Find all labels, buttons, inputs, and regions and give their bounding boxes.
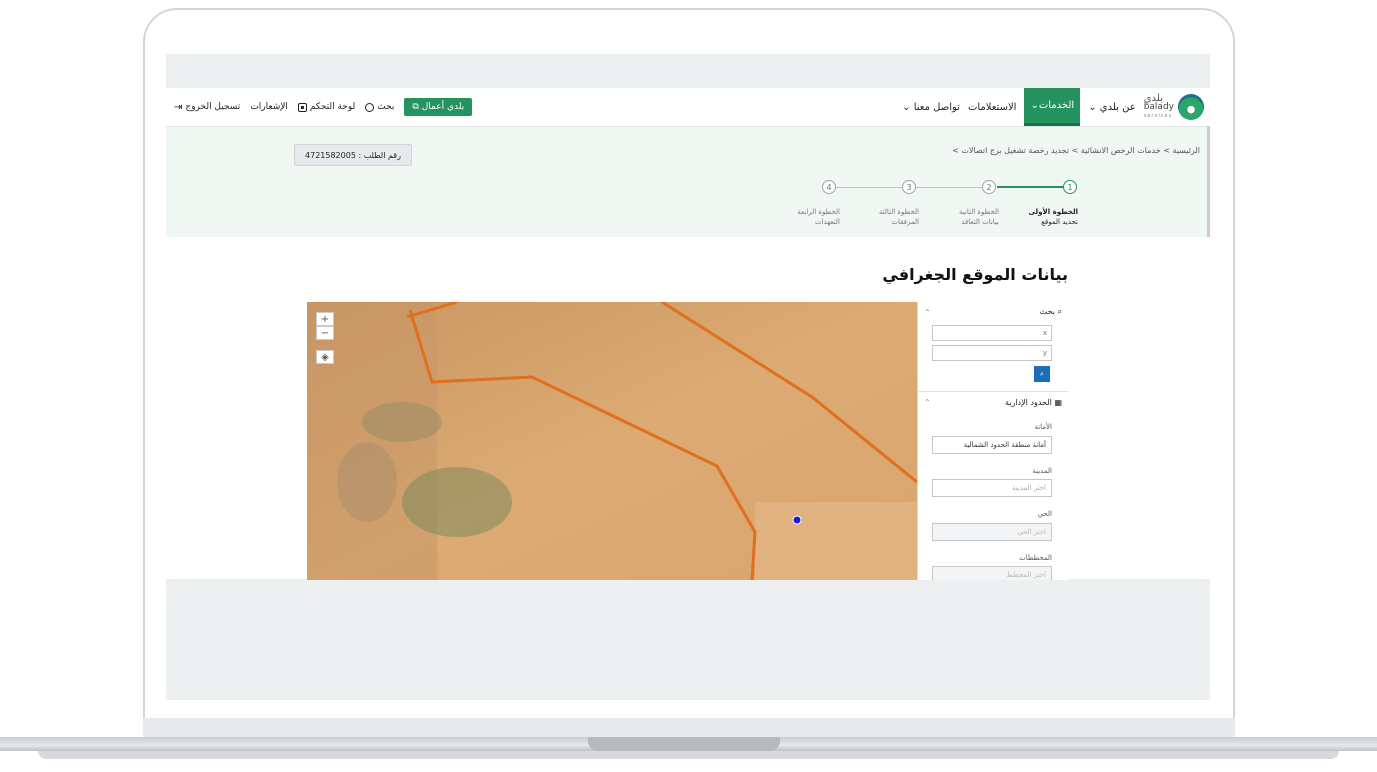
nav-about[interactable]: عن بلدي ⌄ [1088,102,1136,113]
stepper-line [836,187,902,188]
nav-right-group: بلدي balady services عن بلدي ⌄ الخدمات ⌄… [902,88,1204,126]
step-4-title: الخطوة الرابعة [797,208,840,216]
map-side-panel: ⌕ بحث ⌃ x y ⌕ ▦ الحدود الإدارية ⌃ الأمان… [917,302,1068,580]
chevron-down-icon: ⌄ [1088,101,1097,113]
balady-logo-icon [1178,94,1204,120]
layers-button[interactable]: ◈ [316,350,334,364]
top-navbar: بلدي balady services عن بلدي ⌄ الخدمات ⌄… [166,88,1210,127]
search-icon [365,102,375,112]
breadcrumb-separator: > [1163,146,1170,155]
panel-divider [918,391,1068,392]
search-link[interactable]: بحث [365,102,394,112]
order-number-badge: رقم الطلب : 4721582005 [294,144,412,166]
coordinate-search-button[interactable]: ⌕ [1034,366,1050,382]
nav-services[interactable]: الخدمات ⌄ [1024,88,1081,126]
admin-section-label: الحدود الإدارية [1004,397,1052,407]
step-1-title: الخطوة الأولى [1028,208,1078,216]
logout-label: تسجيل الخروج [185,102,241,112]
chevron-down-icon: ⌄ [902,101,911,113]
map-canvas [307,302,917,580]
search-section-label: بحث [1039,307,1055,316]
nav-services-label: الخدمات [1038,100,1075,111]
laptop-base-bottom [38,751,1339,759]
satellite-map[interactable]: + − ◈ [307,302,917,580]
logo-english: balady [1143,101,1174,112]
breadcrumb-home[interactable]: الرئيسية [1172,146,1200,155]
step-2-label: الخطوة الثانية بيانات التعاقد [939,207,999,227]
laptop-notch [588,737,780,751]
logo-text: بلدي balady services [1143,93,1174,121]
search-icon: ⌕ [1040,369,1044,378]
step-3-label: الخطوة الثالثة المرفقات [859,207,919,227]
logo-subtitle: services [1143,112,1173,119]
map-vegetation [337,442,397,522]
amana-label: الأمانة [1034,423,1052,431]
stepper-line-done [997,186,1066,188]
browser-top-strip [166,54,1210,88]
balady-logo[interactable]: بلدي balady services [1143,93,1204,121]
plans-label: المخططات [1019,554,1052,562]
map-terrain-dark [307,302,437,580]
step-3-circle: 3 [902,180,916,194]
x-coordinate-input[interactable]: x [932,325,1052,341]
nav-about-label: عن بلدي [1099,101,1136,113]
breadcrumb: الرئيسية > خدمات الرخص الانشائية > تجديد… [952,146,1200,155]
logout-icon: ⇥ [174,101,183,113]
step-1-label: الخطوة الأولى تحديد الموقع [1018,207,1078,227]
district-select[interactable]: اختر الحي [932,523,1052,541]
step-4-subtitle: التعهدات [814,218,840,226]
nav-left-group: ⇥ تسجيل الخروج الإشعارات ▪ لوحة التحكم بحث… [174,88,473,126]
zoom-in-button[interactable]: + [316,312,334,326]
admin-section-title: ▦ الحدود الإدارية [1005,398,1062,407]
city-label: المدينة [1032,467,1052,475]
district-label: الحي [1037,510,1052,518]
page-title: بيانات الموقع الجغرافي [882,265,1068,284]
step-2-subtitle: بيانات التعاقد [961,218,999,226]
search-label: بحث [377,102,395,112]
chevron-up-icon[interactable]: ⌃ [924,398,931,407]
map-vegetation [402,467,512,537]
breadcrumb-separator: > [1071,146,1079,155]
nav-inquiries[interactable]: الاستعلامات [968,102,1017,113]
nav-contact-label: تواصل معنا [913,101,960,113]
dashboard-icon: ▪ [297,102,307,112]
step-2-circle: 2 [982,180,996,194]
balady-business-button[interactable]: ⧉ بلدي أعمال [404,98,473,116]
logout-link[interactable]: ⇥ تسجيل الخروج [174,102,240,113]
y-coordinate-input[interactable]: y [932,345,1052,361]
building-icon: ▦ [1054,397,1062,407]
dashboard-link[interactable]: ▪ لوحة التحكم [297,102,356,112]
search-section-title: ⌕ بحث [1040,307,1062,317]
layers-icon: ◈ [321,351,329,363]
location-marker[interactable] [792,515,802,525]
step-1-circle: 1 [1063,180,1077,194]
nav-contact[interactable]: تواصل معنا ⌄ [902,102,960,113]
amana-select[interactable]: أمانة منطقة الحدود الشمالية [932,436,1052,454]
breadcrumb-separator: > [952,146,959,155]
stepper-line [916,187,983,188]
plans-select[interactable]: اختر المخطط [932,566,1052,580]
map-terrain-light [755,502,917,580]
search-section-header[interactable]: ⌕ بحث ⌃ [918,303,1068,321]
map-vegetation [362,402,442,442]
city-select[interactable]: اختر المدينة [932,479,1052,497]
browser-screen: بلدي balady services عن بلدي ⌄ الخدمات ⌄… [166,54,1210,700]
step-1-subtitle: تحديد الموقع [1041,218,1078,226]
chevron-up-icon[interactable]: ⌃ [924,308,931,317]
breadcrumb-construction-services[interactable]: خدمات الرخص الانشائية [1081,146,1161,155]
breadcrumb-current[interactable]: تجديد رخصة تشغيل برج اتصالات [961,146,1069,155]
step-3-subtitle: المرفقات [891,218,919,226]
external-link-icon: ⧉ [412,102,419,112]
step-3-title: الخطوة الثالثة [878,208,919,216]
chevron-down-icon: ⌄ [1030,100,1039,111]
notifications-link[interactable]: الإشعارات [250,102,288,112]
balady-business-label: بلدي أعمال [421,102,465,112]
admin-section-header[interactable]: ▦ الحدود الإدارية ⌃ [918,393,1068,411]
step-4-circle: 4 [822,180,836,194]
dashboard-label: لوحة التحكم [309,102,356,112]
zoom-out-button[interactable]: − [316,326,334,340]
step-4-label: الخطوة الرابعة التعهدات [780,207,840,227]
step-2-title: الخطوة الثانية [959,208,999,216]
search-icon: ⌕ [1057,307,1062,316]
